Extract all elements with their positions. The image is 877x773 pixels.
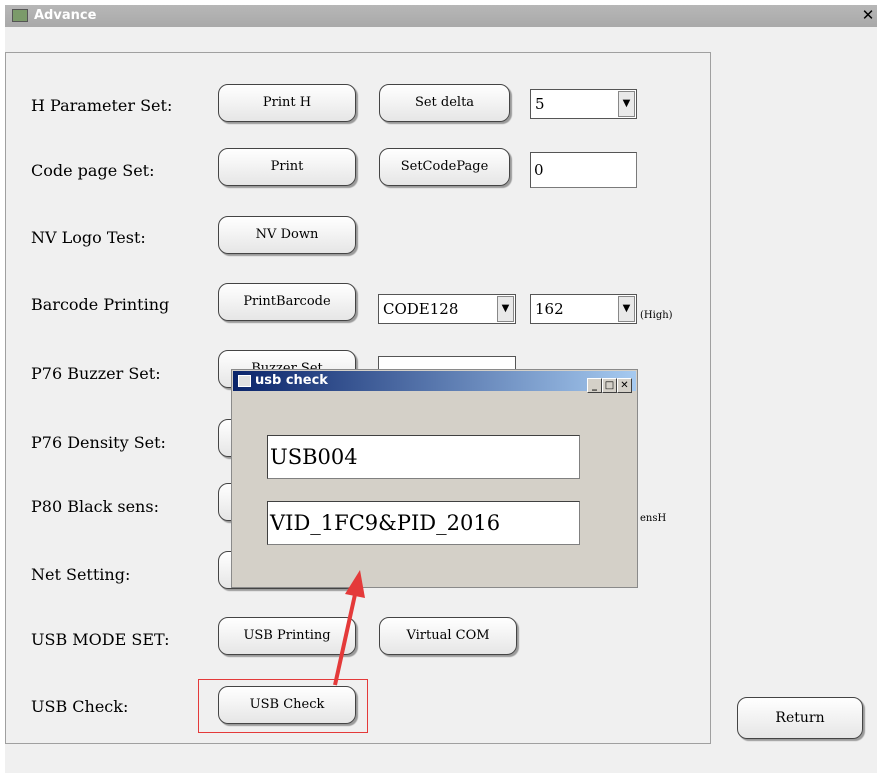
chevron-down-icon[interactable]: ▼ [618,91,635,117]
high-label: (High) [640,310,673,321]
maximize-icon[interactable]: □ [602,378,617,393]
code-page-label: Code page Set: [31,161,155,180]
dialog-title: usb check [255,373,328,388]
net-setting-label: Net Setting: [31,565,131,584]
annotation-arrow [333,570,365,686]
dialog-controls: _ □ ✕ [587,373,632,393]
chevron-down-icon[interactable]: ▼ [497,296,514,322]
black-sens-label: P80 Black sens: [31,497,159,516]
barcode-height-select[interactable]: 162 ▼ [530,294,637,324]
close-icon[interactable]: ✕ [859,7,877,24]
black-sens-right-label: ensH [640,513,667,524]
barcode-height-value: 162 [535,300,564,318]
delta-select-value: 5 [535,95,545,113]
usb-check-label: USB Check: [31,697,129,716]
usb-port-field[interactable]: USB004 [267,435,580,479]
barcode-label: Barcode Printing [31,295,170,314]
window-icon [238,375,251,387]
barcode-type-value: CODE128 [383,300,459,318]
arrow-head [345,570,365,598]
usb-vid-pid-field[interactable]: VID_1FC9&PID_2016 [267,501,580,545]
barcode-type-select[interactable]: CODE128 ▼ [378,294,516,324]
dialog-title-bar: usb check _ □ ✕ [233,371,636,393]
chevron-down-icon[interactable]: ▼ [618,296,635,322]
set-delta-button[interactable]: Set delta [379,84,510,122]
print-button[interactable]: Print [218,148,356,186]
print-h-button[interactable]: Print H [218,84,356,122]
set-code-page-button[interactable]: SetCodePage [379,148,510,186]
h-parameter-label: H Parameter Set: [31,96,173,115]
density-label: P76 Density Set: [31,433,166,452]
buzzer-label: P76 Buzzer Set: [31,364,161,383]
code-page-input[interactable]: 0 [530,152,637,188]
usb-mode-label: USB MODE SET: [31,630,170,649]
close-icon[interactable]: ✕ [617,378,632,393]
usb-check-dialog: usb check _ □ ✕ USB004 VID_1FC9&PID_2016 [231,369,638,588]
title-bar: Advance ✕ [5,5,877,27]
window-title: Advance [34,8,97,23]
minimize-icon[interactable]: _ [587,378,602,393]
arrow-shaft [333,589,358,686]
nv-down-button[interactable]: NV Down [218,216,356,254]
return-button[interactable]: Return [737,697,863,739]
virtual-com-button[interactable]: Virtual COM [379,617,517,655]
print-barcode-button[interactable]: PrintBarcode [218,283,356,321]
delta-select[interactable]: 5 ▼ [530,89,637,119]
nv-logo-label: NV Logo Test: [31,228,146,247]
app-icon [12,9,28,22]
